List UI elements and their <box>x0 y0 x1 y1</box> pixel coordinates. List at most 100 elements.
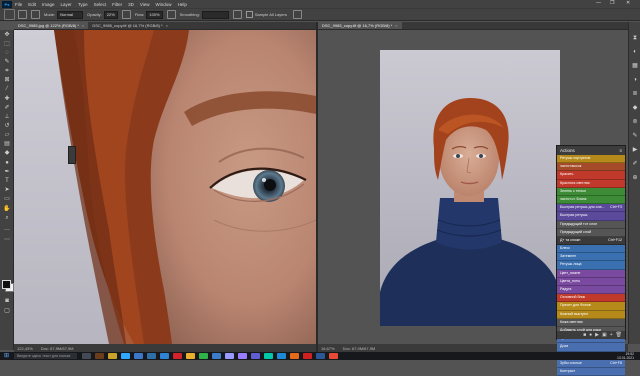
menu-view[interactable]: View <box>140 2 150 7</box>
menu-help[interactable]: Help <box>178 2 187 7</box>
stop-icon[interactable]: ■ <box>583 332 586 338</box>
clone-source-panel-icon[interactable]: ⊕ <box>631 174 639 182</box>
taskbar-acrobat-icon[interactable] <box>303 353 312 359</box>
taskbar-audition-icon[interactable] <box>264 353 273 359</box>
action-item[interactable]: Блеск <box>557 245 625 254</box>
mode-select[interactable]: Normal <box>57 10 84 19</box>
swatches-panel-icon[interactable]: ▦ <box>631 62 639 70</box>
action-item[interactable]: Доза <box>557 343 625 352</box>
lasso-tool-icon[interactable]: ◌ <box>3 50 11 57</box>
action-item[interactable]: частот.высок <box>557 163 625 172</box>
action-item[interactable]: Пресет для Фонов <box>557 302 625 311</box>
menu-select[interactable]: Select <box>94 2 107 7</box>
brush-preset-icon[interactable] <box>4 9 15 20</box>
taskbar-store-icon[interactable] <box>134 353 143 359</box>
more-tools-icon[interactable]: … <box>3 226 11 233</box>
move-tool-icon[interactable]: ✥ <box>3 32 11 39</box>
frame-tool-icon[interactable]: ⊠ <box>3 77 11 84</box>
gradient-tool-icon[interactable]: ▤ <box>3 141 11 148</box>
pressure-opacity-icon[interactable] <box>121 10 131 19</box>
taskbar-lightroom-icon[interactable] <box>147 353 156 359</box>
taskbar-search-input[interactable]: Введите здесь текст для поиска <box>14 353 77 359</box>
action-item[interactable]: Основной блик <box>557 294 625 303</box>
clone-stamp-tool-icon[interactable]: ⊥ <box>3 114 11 121</box>
tab-close-icon[interactable]: × <box>82 23 84 28</box>
hand-tool-icon[interactable]: ✋ <box>3 206 11 213</box>
channels-panel-icon[interactable]: ⊚ <box>631 118 639 126</box>
menu-3d[interactable]: 3D <box>128 2 134 7</box>
action-item[interactable]: Цвета_ноты <box>557 277 625 286</box>
left-document-canvas[interactable] <box>14 30 316 344</box>
action-item[interactable]: Контраст <box>557 367 625 376</box>
taskbar-premiere-icon[interactable] <box>238 353 247 359</box>
zoom-tool-icon[interactable]: ⌕ <box>3 215 11 222</box>
history-brush-tool-icon[interactable]: ↺ <box>3 123 11 130</box>
action-item[interactable]: Предыдущий тот слон <box>557 220 625 229</box>
action-item[interactable]: Зелень с тенью <box>557 187 625 196</box>
menu-image[interactable]: Image <box>42 2 55 7</box>
menu-layer[interactable]: Layer <box>61 2 72 7</box>
paths-panel-icon[interactable]: ✎ <box>631 132 639 140</box>
menu-type[interactable]: Type <box>78 2 88 7</box>
screen-mode-icon[interactable]: ▢ <box>3 308 11 315</box>
quick-mask-icon[interactable]: ◙ <box>3 298 11 305</box>
action-item[interactable]: Кожа светлая <box>557 318 625 327</box>
action-item[interactable]: Д+ та сложн Ctrl+F12 <box>557 236 625 246</box>
tab-close-icon[interactable]: × <box>166 23 168 28</box>
close-window-button[interactable]: ✕ <box>626 0 630 6</box>
taskbar-word-icon[interactable] <box>316 353 325 359</box>
marquee-tool-icon[interactable]: ⬚ <box>3 41 11 48</box>
taskbar-yandex-icon[interactable] <box>329 353 338 359</box>
taskbar-explorer-icon[interactable] <box>108 353 117 359</box>
color-panel-icon[interactable]: ◐ <box>631 48 639 56</box>
brush-tool-icon[interactable]: ✐ <box>3 105 11 112</box>
pressure-size-icon[interactable] <box>292 10 302 19</box>
adjustments-panel-icon[interactable]: ◑ <box>631 76 639 84</box>
smoothing-field[interactable] <box>201 10 229 19</box>
opacity-field[interactable]: 22% <box>103 10 118 19</box>
action-item[interactable]: Краснота светлая <box>557 179 625 188</box>
airbrush-icon[interactable] <box>166 10 176 19</box>
crop-tool-icon[interactable]: ⌗ <box>3 68 11 75</box>
minimize-button[interactable]: — <box>596 0 601 6</box>
maximize-button[interactable]: ❐ <box>610 0 614 6</box>
new-action-icon[interactable]: + <box>610 332 613 338</box>
menu-filter[interactable]: Filter <box>112 2 122 7</box>
trash-icon[interactable]: 🗑 <box>616 332 622 338</box>
layers-panel-icon[interactable]: ◆ <box>631 104 639 112</box>
action-item[interactable]: Затемнен <box>557 253 625 262</box>
taskbar-edge-icon[interactable] <box>277 353 286 359</box>
path-select-tool-icon[interactable]: ➤ <box>3 187 11 194</box>
dodge-tool-icon[interactable]: ● <box>3 160 11 167</box>
taskbar-clock[interactable]: 19:52 13.01.2021 <box>617 352 634 360</box>
taskbar-whatsapp-icon[interactable] <box>199 353 208 359</box>
rectangle-tool-icon[interactable]: ▭ <box>3 196 11 203</box>
taskbar-media-encoder-icon[interactable] <box>251 353 260 359</box>
tab-close-icon[interactable]: × <box>395 23 397 28</box>
taskbar-chrome-icon[interactable] <box>186 353 195 359</box>
play-icon[interactable]: ▶ <box>595 332 599 338</box>
type-tool-icon[interactable]: T <box>3 178 11 185</box>
blur-tool-icon[interactable]: ◆ <box>3 150 11 157</box>
action-item[interactable]: Ретушь портретов <box>557 155 625 164</box>
action-item[interactable]: Ретушь лица <box>557 261 625 270</box>
action-item[interactable]: частот.ст. Бланк <box>557 195 625 205</box>
action-item[interactable]: Предыдущий слой <box>557 228 625 237</box>
taskbar-photoshop-icon[interactable] <box>121 353 130 359</box>
flow-field[interactable]: 100% <box>146 10 163 19</box>
menu-file[interactable]: File <box>15 2 22 7</box>
properties-panel-icon[interactable]: ≣ <box>631 90 639 98</box>
action-item[interactable]: Красить <box>557 171 625 180</box>
sample-all-layers-checkbox[interactable] <box>245 11 253 18</box>
edit-toolbar-icon[interactable]: ⋯ <box>3 237 11 244</box>
menu-window[interactable]: Window <box>156 2 172 7</box>
tab-second-document[interactable]: DSC_9985_copy.tif @ 16,7% (RGB/8) * × <box>88 22 172 29</box>
taskbar-photos-icon[interactable] <box>212 353 221 359</box>
taskbar-task-view-icon[interactable] <box>82 353 91 359</box>
pen-tool-icon[interactable]: ✒ <box>3 169 11 176</box>
taskbar-opera-icon[interactable] <box>173 353 182 359</box>
foreground-color-swatch[interactable] <box>2 280 11 289</box>
windows-start-icon[interactable]: ⊞ <box>3 353 10 359</box>
tab-right-document[interactable]: DSC_9985_copy.tif @ 16,7% (RGB/8) * × <box>318 22 402 29</box>
action-item[interactable]: Кожный выстрел <box>557 310 625 319</box>
